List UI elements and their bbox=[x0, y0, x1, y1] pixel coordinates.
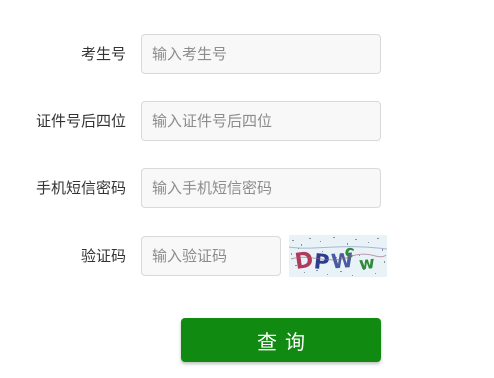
query-form: 考生号 证件号后四位 手机短信密码 验证码 bbox=[0, 0, 494, 378]
exam-number-input[interactable] bbox=[141, 34, 381, 74]
submit-query-button[interactable]: 查询 bbox=[181, 318, 381, 362]
captcha-image[interactable]: D P W c w bbox=[289, 235, 387, 277]
exam-number-label: 考生号 bbox=[80, 45, 126, 63]
captcha-char-p: P bbox=[313, 249, 331, 274]
sms-password-label: 手机短信密码 bbox=[35, 179, 126, 197]
captcha-char-w2: w bbox=[358, 253, 376, 275]
captcha-char-d: D bbox=[293, 248, 315, 275]
id-last-four-input[interactable] bbox=[141, 101, 381, 141]
sms-password-input[interactable] bbox=[141, 168, 381, 208]
id-last-four-label: 证件号后四位 bbox=[35, 112, 126, 130]
captcha-input[interactable] bbox=[141, 236, 281, 276]
captcha-label: 验证码 bbox=[80, 247, 126, 265]
